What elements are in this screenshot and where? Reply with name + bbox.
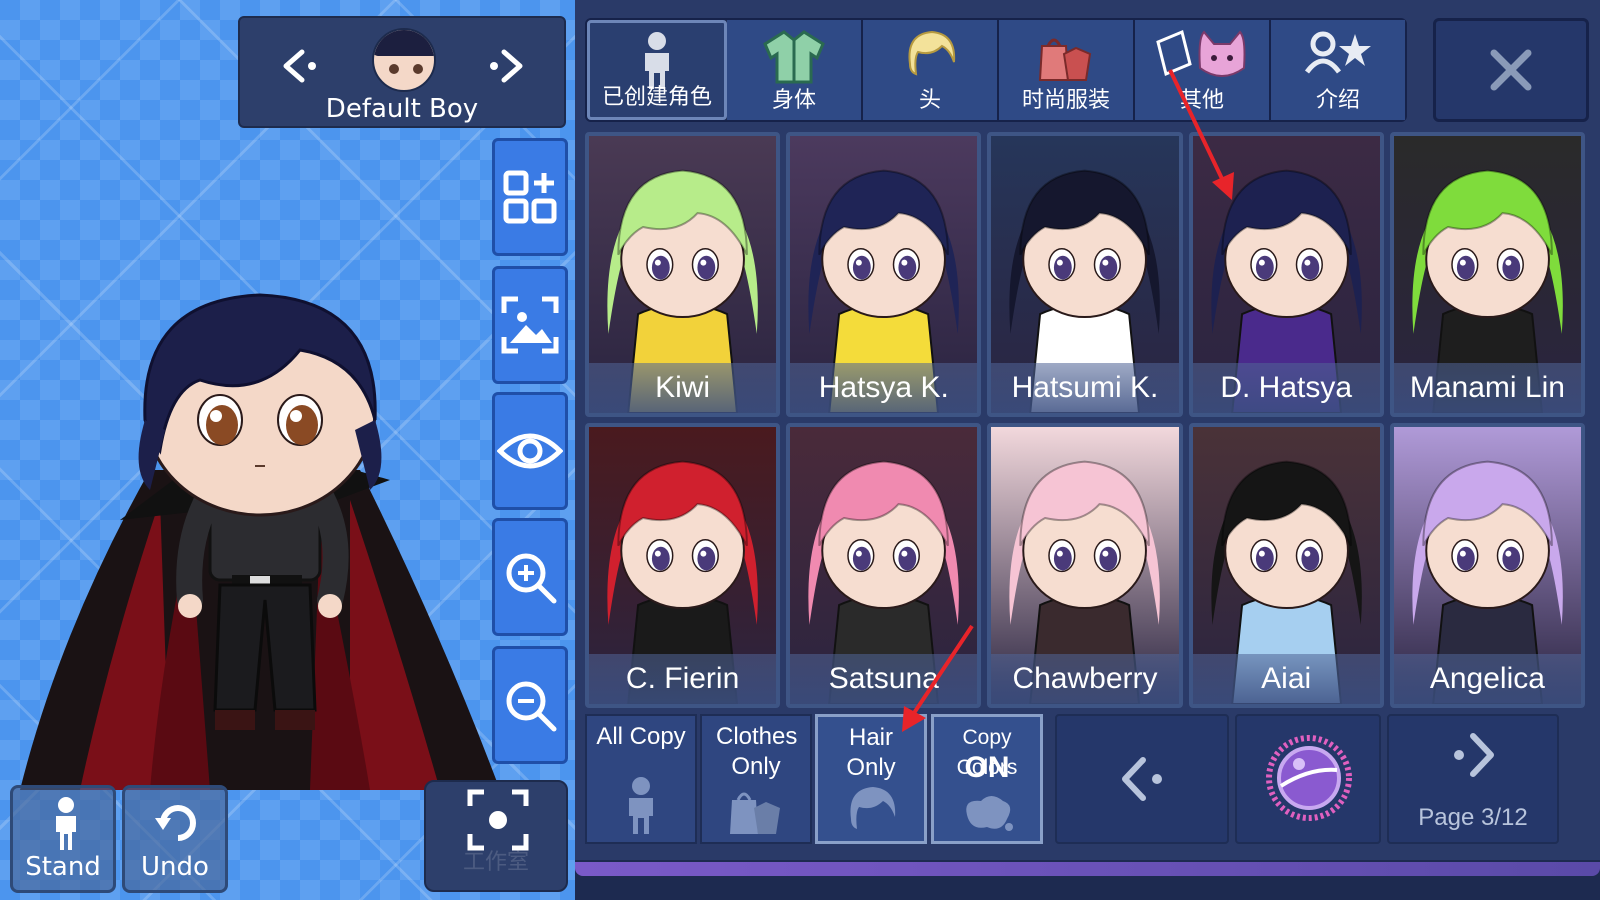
character-selector: Default Boy (238, 16, 566, 128)
jacket-icon (763, 30, 825, 84)
tab-other[interactable]: 其他 (1135, 20, 1271, 120)
cat-icon (1156, 29, 1246, 77)
copy-options-bar: All Copy Clothes Only Hair Only Copy Col… (585, 714, 1589, 850)
footer-strip (575, 860, 1600, 900)
close-icon (1490, 49, 1532, 91)
copy-colors-state: ON (964, 751, 1010, 784)
undo-button[interactable]: Undo (122, 785, 228, 893)
tab-label: 其他 (1179, 88, 1224, 113)
preset-card[interactable]: D. Hatsya (1188, 132, 1384, 417)
random-button[interactable] (1235, 714, 1381, 844)
presets-button[interactable] (492, 138, 568, 256)
tab-label: 介绍 (1315, 88, 1360, 113)
character-avatar (372, 28, 436, 92)
watermark-text: 工作室 (462, 850, 529, 875)
previous-character-icon[interactable] (278, 44, 322, 88)
clothes-bag-icon (730, 792, 780, 834)
clothes-bag-icon (1038, 38, 1092, 81)
all-copy-label: All Copy (596, 723, 686, 750)
tab-head[interactable]: 头 (863, 20, 999, 120)
focus-camera-button[interactable]: 工作室 (424, 780, 568, 892)
paint-splash-icon (966, 796, 1013, 831)
tab-profile[interactable]: 介绍 (1271, 20, 1405, 120)
grid-plus-icon (503, 170, 557, 224)
preset-card[interactable]: Hatsya K. (786, 132, 982, 417)
hair-icon (850, 787, 896, 829)
tab-body[interactable]: 身体 (727, 20, 863, 120)
clothes-only-button[interactable]: Clothes Only (700, 714, 812, 844)
next-page-button[interactable]: Page 3/12 (1387, 714, 1559, 844)
stand-label: Stand (25, 852, 101, 882)
preset-grid: Kiwi Hatsya K. Hatsumi K. D. Hatsya Mana… (585, 132, 1585, 708)
preset-name: Manami Lin (1393, 363, 1581, 413)
preset-name: C. Fierin (589, 654, 777, 704)
preset-name: Angelica (1393, 654, 1581, 704)
preset-card[interactable]: C. Fierin (585, 423, 781, 708)
profile-star-icon (1304, 31, 1371, 74)
hair-only-label: Hair Only (846, 724, 896, 781)
tab-label: 已创建角色 (601, 85, 712, 110)
tab-created-characters[interactable]: 已创建角色 (587, 20, 727, 120)
page-indicator: Page 3/12 (1418, 804, 1528, 831)
tab-label: 身体 (771, 88, 816, 113)
hair-only-button[interactable]: Hair Only (815, 714, 927, 844)
tab-label: 时尚服装 (1021, 88, 1110, 113)
undo-icon (155, 805, 196, 841)
preset-name: Chawberry (991, 654, 1179, 704)
previous-page-button[interactable] (1055, 714, 1229, 844)
preset-name: Hatsumi K. (991, 363, 1179, 413)
standing-person-icon (56, 797, 76, 850)
focus-target-icon (467, 789, 529, 851)
preset-name: Satsuna (790, 654, 978, 704)
chevron-left-icon (1122, 757, 1162, 801)
character-name: Default Boy (325, 94, 479, 124)
preset-card[interactable]: Manami Lin (1389, 132, 1585, 417)
preset-panel: 已创建角色 身体 头 时尚服装 其他 介绍 Kiwi Hatsya K. Hat… (575, 0, 1600, 900)
clothes-only-label: Clothes Only (716, 723, 798, 780)
planet-icon (1266, 735, 1352, 821)
next-character-icon[interactable] (484, 44, 528, 88)
preset-name: Aiai (1192, 654, 1380, 704)
preset-card[interactable]: Angelica (1389, 423, 1585, 708)
preset-name: Hatsya K. (790, 363, 978, 413)
hair-icon (908, 30, 956, 76)
character-model[interactable] (0, 270, 520, 790)
person-icon (629, 777, 653, 834)
preset-card[interactable]: Aiai (1188, 423, 1384, 708)
close-button[interactable] (1433, 18, 1589, 122)
preset-name: D. Hatsya (1192, 363, 1380, 413)
tab-fashion[interactable]: 时尚服装 (999, 20, 1135, 120)
stand-button[interactable]: Stand (10, 785, 116, 893)
undo-label: Undo (141, 852, 209, 882)
tab-label: 头 (918, 88, 941, 113)
character-stage: Default Boy Stand Undo 工作室 (0, 0, 575, 900)
preset-card[interactable]: Kiwi (585, 132, 781, 417)
copy-colors-toggle[interactable]: Copy Colors ON (931, 714, 1043, 844)
all-copy-button[interactable]: All Copy (585, 714, 697, 844)
preset-name: Kiwi (589, 363, 777, 413)
chevron-right-icon (1454, 733, 1494, 777)
preset-card[interactable]: Chawberry (987, 423, 1183, 708)
preset-card[interactable]: Hatsumi K. (987, 132, 1183, 417)
preset-card[interactable]: Satsuna (786, 423, 982, 708)
category-tabs: 已创建角色 身体 头 时尚服装 其他 介绍 (585, 18, 1407, 122)
